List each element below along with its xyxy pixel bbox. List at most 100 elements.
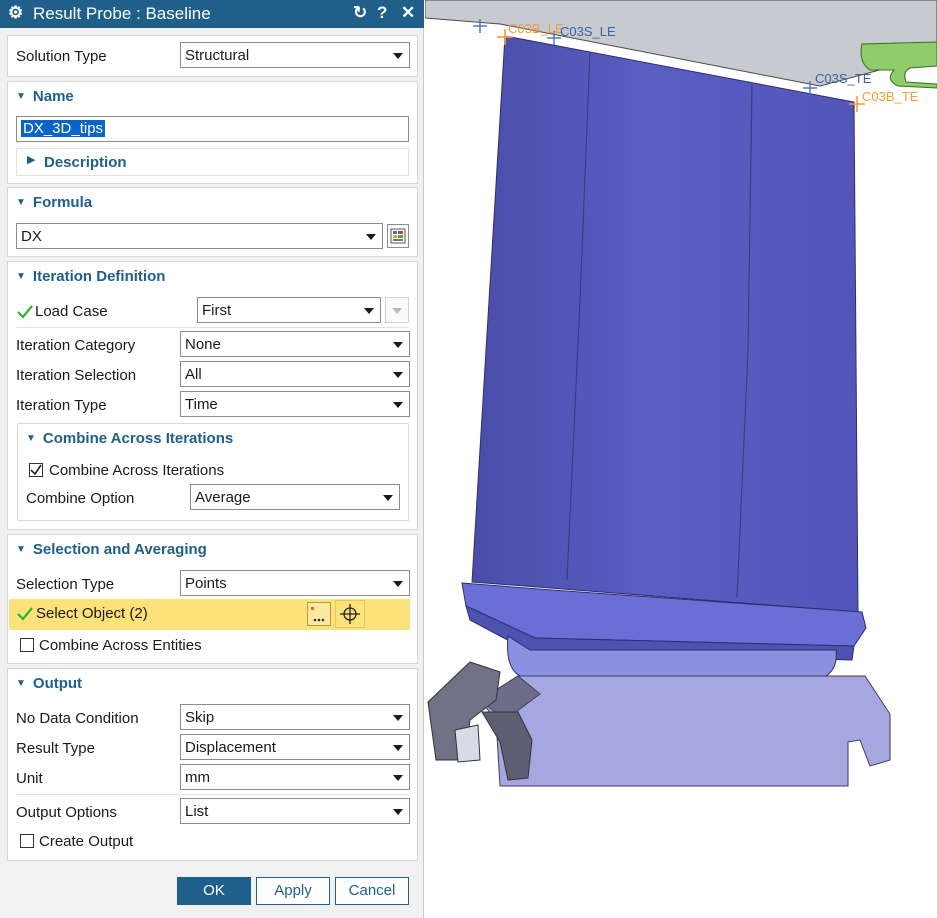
collapse-triangle-icon: ▼ xyxy=(16,678,26,689)
output-section: ▼ Output No Data Condition Skip Result Ty… xyxy=(7,668,418,861)
iteration-category-select[interactable]: None xyxy=(180,331,410,357)
iteration-category-label: Iteration Category xyxy=(16,337,136,354)
chevron-down-icon xyxy=(393,53,403,59)
iteration-type-label: Iteration Type xyxy=(16,397,107,414)
unit-select[interactable]: mm xyxy=(180,764,410,790)
graphics-viewport[interactable]: C03B_LE C03S_LE C03S_TE C03B_TE xyxy=(425,0,937,918)
divider xyxy=(16,794,409,795)
chevron-down-icon xyxy=(393,402,403,408)
no-data-condition-label: No Data Condition xyxy=(16,710,139,727)
result-probe-dialog: ⚙ Result Probe : Baseline ↻ ? ✕ Solution… xyxy=(0,0,424,918)
formula-header[interactable]: ▼ Formula xyxy=(16,194,92,211)
iteration-selection-select[interactable]: All xyxy=(180,361,410,387)
solution-type-select[interactable]: Structural xyxy=(180,42,410,68)
reset-icon[interactable]: ↻ xyxy=(353,3,367,23)
combine-iterations-header[interactable]: ▼ Combine Across Iterations xyxy=(26,430,233,447)
green-part-shape xyxy=(860,41,937,89)
chevron-down-icon xyxy=(383,495,393,501)
collapse-triangle-icon: ▼ xyxy=(16,197,26,208)
combine-iterations-header-label: Combine Across Iterations xyxy=(42,430,234,447)
formula-section: ▼ Formula DX xyxy=(7,187,418,257)
chevron-down-icon xyxy=(393,775,403,781)
formula-value: DX xyxy=(21,228,42,245)
label-c03s-le: C03S_LE xyxy=(560,24,616,39)
no-data-condition-value: Skip xyxy=(185,709,215,726)
combine-option-label: Combine Option xyxy=(26,490,135,507)
blade-model: C03B_LE C03S_LE C03S_TE C03B_TE xyxy=(425,0,937,787)
formula-header-label: Formula xyxy=(32,194,93,211)
output-header[interactable]: ▼ Output xyxy=(16,675,82,692)
label-c03s-te: C03S_TE xyxy=(815,71,872,86)
create-output-label: Create Output xyxy=(39,833,134,850)
label-c03b-le: C03B_LE xyxy=(508,21,564,36)
crosshair-button[interactable] xyxy=(335,600,365,628)
description-subsection[interactable]: ▶ Description xyxy=(16,148,409,176)
help-icon[interactable]: ? xyxy=(377,3,387,23)
iteration-header[interactable]: ▼ Iteration Definition xyxy=(16,268,165,285)
chevron-down-icon xyxy=(393,342,403,348)
combine-entities-checkbox[interactable] xyxy=(20,638,34,652)
iteration-selection-label: Iteration Selection xyxy=(16,367,137,384)
chevron-down-icon xyxy=(393,715,403,721)
chevron-down-icon xyxy=(392,308,402,314)
iteration-type-select[interactable]: Time xyxy=(180,391,410,417)
ok-button[interactable]: OK xyxy=(177,877,251,905)
point-dialog-button[interactable] xyxy=(307,602,331,626)
collapse-triangle-icon: ▼ xyxy=(16,544,26,555)
select-object-label: Select Object (2) xyxy=(36,605,148,622)
solution-type-value: Structural xyxy=(185,47,250,64)
checkmark-icon xyxy=(30,464,42,476)
checkmark-icon xyxy=(17,305,33,319)
chevron-down-icon xyxy=(366,234,376,240)
result-type-label: Result Type xyxy=(16,740,95,757)
combine-option-select[interactable]: Average xyxy=(190,484,400,510)
iteration-type-value: Time xyxy=(185,396,218,413)
name-header-label: Name xyxy=(32,88,74,105)
load-case-select[interactable]: First xyxy=(197,297,381,323)
formula-editor-icon xyxy=(390,228,406,244)
output-options-select[interactable]: List xyxy=(180,798,410,824)
close-icon[interactable]: ✕ xyxy=(401,3,415,23)
crosshair-icon xyxy=(340,604,360,624)
dialog-title: Result Probe : Baseline xyxy=(33,4,211,23)
selection-type-select[interactable]: Points xyxy=(180,570,410,596)
unit-label: Unit xyxy=(16,770,43,787)
selection-averaging-section: ▼ Selection and Averaging Selection Type … xyxy=(7,534,418,664)
name-header[interactable]: ▼ Name xyxy=(16,88,74,105)
iteration-category-value: None xyxy=(185,336,221,353)
blade-shape xyxy=(471,35,859,613)
apply-button[interactable]: Apply xyxy=(256,877,330,905)
name-input[interactable]: DX_3D_tips xyxy=(16,116,409,142)
collapse-triangle-icon: ▼ xyxy=(16,271,26,282)
chevron-down-icon xyxy=(364,308,374,314)
name-input-value: DX_3D_tips xyxy=(21,120,106,137)
selection-header[interactable]: ▼ Selection and Averaging xyxy=(16,541,207,558)
output-options-label: Output Options xyxy=(16,804,117,821)
formula-select[interactable]: DX xyxy=(16,223,383,249)
combine-iterations-checkbox-label: Combine Across Iterations xyxy=(49,462,225,479)
result-type-select[interactable]: Displacement xyxy=(180,734,410,760)
combine-iterations-subsection: ▼ Combine Across Iterations Combine Acros… xyxy=(17,423,409,521)
formula-editor-button[interactable] xyxy=(387,224,409,248)
chevron-down-icon xyxy=(393,809,403,815)
expand-triangle-icon: ▶ xyxy=(27,154,36,166)
load-case-label: Load Case xyxy=(35,303,108,320)
no-data-condition-select[interactable]: Skip xyxy=(180,704,410,730)
combine-option-value: Average xyxy=(195,489,251,506)
combine-iterations-checkbox[interactable] xyxy=(29,463,43,477)
iteration-selection-value: All xyxy=(185,366,202,383)
divider xyxy=(16,327,409,328)
iteration-section: ▼ Iteration Definition Load Case First It… xyxy=(7,261,418,530)
result-type-value: Displacement xyxy=(185,739,276,756)
select-object-row[interactable]: Select Object (2) xyxy=(9,599,410,630)
gear-icon[interactable]: ⚙ xyxy=(8,3,23,23)
solution-type-label: Solution Type xyxy=(16,48,107,65)
combine-entities-label: Combine Across Entities xyxy=(39,637,202,654)
create-output-checkbox[interactable] xyxy=(20,834,34,848)
root-shape xyxy=(479,675,891,787)
unit-value: mm xyxy=(185,769,210,786)
load-case-value: First xyxy=(202,302,232,319)
cancel-button[interactable]: Cancel xyxy=(335,877,409,905)
load-case-filter-button[interactable] xyxy=(385,297,409,323)
output-options-value: List xyxy=(185,803,209,820)
